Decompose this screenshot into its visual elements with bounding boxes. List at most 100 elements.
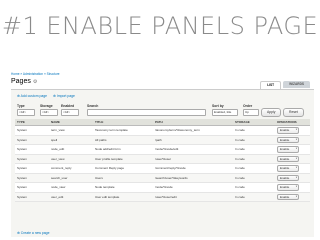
cell-storage: In code (233, 125, 275, 136)
gear-icon[interactable]: ⚙ (33, 79, 37, 85)
filter-enabled-select[interactable]: <All> (61, 109, 79, 116)
cell-name: node_view (49, 182, 93, 193)
table-row: System node_edit Node add/edit form/node/%… (15, 144, 310, 155)
search-input[interactable] (87, 109, 206, 116)
add-custom-page-link[interactable]: ⊕ Add custom page (17, 94, 47, 98)
cell-storage: In code (233, 154, 275, 164)
enable-button-label: Enable (280, 147, 290, 151)
import-page-link[interactable]: ⊕ Import page (53, 94, 75, 98)
chevron-down-icon[interactable]: ▾ (296, 157, 297, 162)
breadcrumb[interactable]: Home » Administration » Structure (11, 72, 60, 76)
cell-name: spell (49, 135, 93, 145)
cell-type: System (15, 163, 49, 174)
cell-operations: Enable ▾ (275, 163, 310, 174)
cell-storage: In code (233, 173, 275, 183)
enable-button-label: Enable (280, 156, 290, 161)
cell-name: user_view (49, 154, 93, 164)
cell-path: /user/%user (153, 154, 233, 164)
filter-type-label: Type (17, 104, 25, 108)
enable-button-label: Enable (280, 128, 290, 132)
cell-title: Node add/edit form (93, 144, 153, 155)
tab-bar: LIST WIZARDS (260, 81, 310, 89)
apply-button[interactable]: Apply (261, 108, 282, 117)
table-row: System spell All paths/path In code Enable ▾ (15, 135, 310, 145)
cell-title: User profile template (93, 154, 153, 164)
chevron-down-icon[interactable]: ▾ (296, 128, 297, 133)
pages-table: TYPE NAME TITLE PATH STORAGE OPERATIONS … (15, 119, 310, 202)
enable-button[interactable]: Enable ▾ (277, 165, 299, 172)
enable-button[interactable]: Enable ▾ (277, 136, 299, 143)
add-custom-page-label: Add custom page (20, 94, 47, 98)
enable-button[interactable]: Enable ▾ (277, 146, 299, 153)
reset-button[interactable]: Reset (283, 108, 304, 117)
cell-title: Users (93, 173, 153, 183)
create-new-page-link[interactable]: ⊕ Create a new page (17, 231, 49, 235)
cell-title: User edit template (93, 192, 153, 202)
cell-path: /node/%node (153, 182, 233, 193)
page-title-text: Pages (11, 78, 31, 85)
table-row: System comment_reply Comment Reply page/co… (15, 163, 310, 174)
table-row: System user_edit User edit template/user/%… (15, 192, 310, 202)
cell-name: search_user (49, 173, 93, 183)
cell-type: System (15, 192, 49, 202)
cell-path: /node/%node/edit (153, 144, 233, 155)
table-row: System node_view Node template/node/%node I… (15, 182, 310, 193)
cell-type: System (15, 182, 49, 193)
create-new-page-label: Create a new page (20, 231, 50, 235)
filter-storage-select[interactable]: <All> (40, 109, 58, 116)
cell-operations: Enable ▾ (275, 144, 310, 155)
chevron-down-icon[interactable]: ▾ (296, 166, 297, 171)
enable-button[interactable]: Enable ▾ (277, 155, 299, 162)
cell-type: System (15, 135, 49, 145)
chevron-down-icon[interactable]: ▾ (296, 147, 297, 152)
cell-type: System (15, 125, 49, 136)
enable-button[interactable]: Enable ▾ (277, 174, 299, 181)
import-page-label: Import page (56, 94, 75, 98)
filter-enabled-label: Enabled (61, 104, 75, 108)
enable-button[interactable]: Enable ▾ (277, 127, 299, 134)
cell-title: Comment Reply page (93, 163, 153, 174)
chevron-down-icon[interactable]: ▾ (296, 195, 297, 200)
main-panel: ⊕ Add custom page ⊕ Import page Type <Al… (11, 89, 314, 237)
cell-path: /search/user/%keywords (153, 173, 233, 183)
cell-storage: In code (233, 192, 275, 202)
cell-name: user_edit (49, 192, 93, 202)
action-links: ⊕ Add custom page ⊕ Import page (17, 94, 75, 98)
table-row: System user_view User profile template/use… (15, 154, 310, 164)
cell-operations: Enable ▾ (275, 192, 310, 202)
cell-path: /user/%user/edit (153, 192, 233, 202)
chevron-down-icon[interactable]: ▾ (296, 138, 297, 143)
tab-wizards[interactable]: WIZARDS (283, 81, 310, 88)
cell-operations: Enable ▾ (275, 182, 310, 193)
cell-name: node_edit (49, 144, 93, 155)
page-title: Pages ⚙ (11, 78, 37, 85)
enable-button[interactable]: Enable ▾ (277, 184, 299, 191)
sort-by-select[interactable]: Enabled, title (212, 109, 238, 116)
cell-title: Node template (93, 182, 153, 193)
chevron-down-icon[interactable]: ▾ (296, 185, 297, 190)
filter-bar: Type <All> Storage <All> Enabled <All> S… (15, 104, 310, 117)
filter-type-select[interactable]: <All> (17, 109, 35, 116)
cell-path: /path (153, 135, 233, 145)
sort-by-label: Sort by (212, 104, 224, 108)
enable-button-label: Enable (280, 185, 290, 189)
cell-type: System (15, 154, 49, 164)
cell-title: All paths (93, 135, 153, 145)
table-row: System search_user Users/search/user/%keyw… (15, 173, 310, 183)
enable-button-label: Enable (280, 194, 290, 199)
cell-storage: In code (233, 163, 275, 174)
enable-button-label: Enable (280, 166, 290, 170)
cell-type: System (15, 144, 49, 155)
order-select[interactable]: Up (243, 109, 259, 116)
enable-button[interactable]: Enable ▾ (277, 193, 299, 200)
cell-storage: In code (233, 135, 275, 145)
cell-title: Taxonomy term template (93, 125, 153, 136)
cell-operations: Enable ▾ (275, 173, 310, 183)
chevron-down-icon[interactable]: ▾ (296, 176, 297, 181)
cell-path: /taxonomy/term/%taxonomy_term (153, 125, 233, 136)
slide-title: #1 ENABLE PANELS PAGE (1, 12, 319, 40)
tab-list[interactable]: LIST (260, 81, 282, 89)
filter-storage-label: Storage (40, 104, 53, 108)
cell-name: term_view (49, 125, 93, 136)
cell-type: System (15, 173, 49, 183)
